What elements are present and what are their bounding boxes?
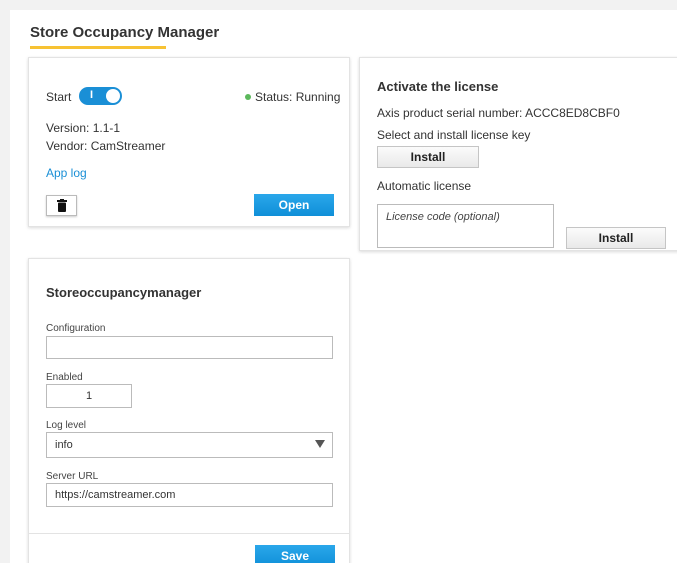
license-card: Activate the license Axis product serial… (359, 57, 677, 251)
log-level-select[interactable]: info (46, 432, 333, 458)
app-log-link[interactable]: App log (46, 166, 87, 180)
automatic-license-text: Automatic license (377, 179, 472, 193)
server-url-input[interactable]: https://camstreamer.com (46, 483, 333, 507)
settings-title: Storeoccupancymanager (46, 285, 202, 300)
status-text: Status: Running (255, 90, 341, 104)
chevron-down-icon (315, 440, 325, 448)
trash-icon (56, 199, 67, 212)
settings-card: Storeoccupancymanager Configuration Enab… (28, 258, 350, 563)
configuration-input[interactable] (46, 336, 333, 359)
page-title: Store Occupancy Manager (30, 24, 220, 41)
open-button[interactable]: Open (254, 194, 334, 216)
enabled-input[interactable]: 1 (46, 384, 132, 408)
license-code-input[interactable]: License code (optional) (377, 204, 554, 248)
toggle-on-mark: I (90, 89, 94, 101)
serial-number-text: Axis product serial number: ACCC8ED8CBF0 (377, 106, 620, 120)
enabled-label: Enabled (46, 372, 83, 383)
status-dot-icon (245, 94, 251, 100)
license-title: Activate the license (377, 79, 499, 94)
configuration-label: Configuration (46, 323, 106, 334)
server-url-label: Server URL (46, 471, 99, 482)
log-level-value: info (55, 439, 73, 451)
toggle-knob (106, 89, 120, 103)
title-underline (30, 46, 166, 49)
app-card: Start I Status: Running Version: 1.1-1 V… (28, 57, 350, 227)
start-toggle[interactable]: I (79, 87, 122, 105)
save-button[interactable]: Save (255, 545, 335, 563)
install-key-button[interactable]: Install (377, 146, 479, 168)
select-install-text: Select and install license key (377, 128, 531, 142)
page: Store Occupancy Manager Start I Status: … (10, 10, 677, 563)
vendor-text: Vendor: CamStreamer (46, 139, 166, 153)
start-label: Start (46, 90, 72, 104)
log-level-label: Log level (46, 420, 87, 431)
settings-divider (29, 533, 349, 534)
delete-button[interactable] (46, 195, 77, 216)
version-text: Version: 1.1-1 (46, 121, 121, 135)
install-license-button[interactable]: Install (566, 227, 666, 249)
